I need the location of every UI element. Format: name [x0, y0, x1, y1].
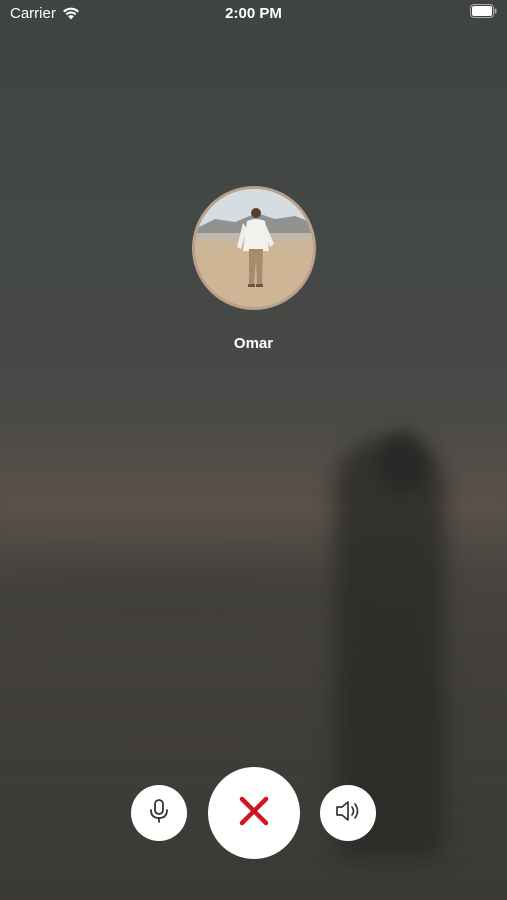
- close-icon: [237, 794, 271, 833]
- end-call-button[interactable]: [208, 767, 300, 859]
- status-time: 2:00 PM: [225, 5, 282, 22]
- speaker-button[interactable]: [320, 785, 376, 841]
- caller-name: Omar: [233, 335, 274, 352]
- microphone-icon: [148, 798, 170, 829]
- status-bar: Carrier 2:00 PM: [0, 0, 507, 28]
- battery-icon: [470, 4, 497, 18]
- mute-button[interactable]: [131, 785, 187, 841]
- speaker-icon: [334, 799, 362, 828]
- caller-avatar: [192, 186, 316, 310]
- status-right: [470, 4, 497, 18]
- background-photo: [0, 0, 507, 900]
